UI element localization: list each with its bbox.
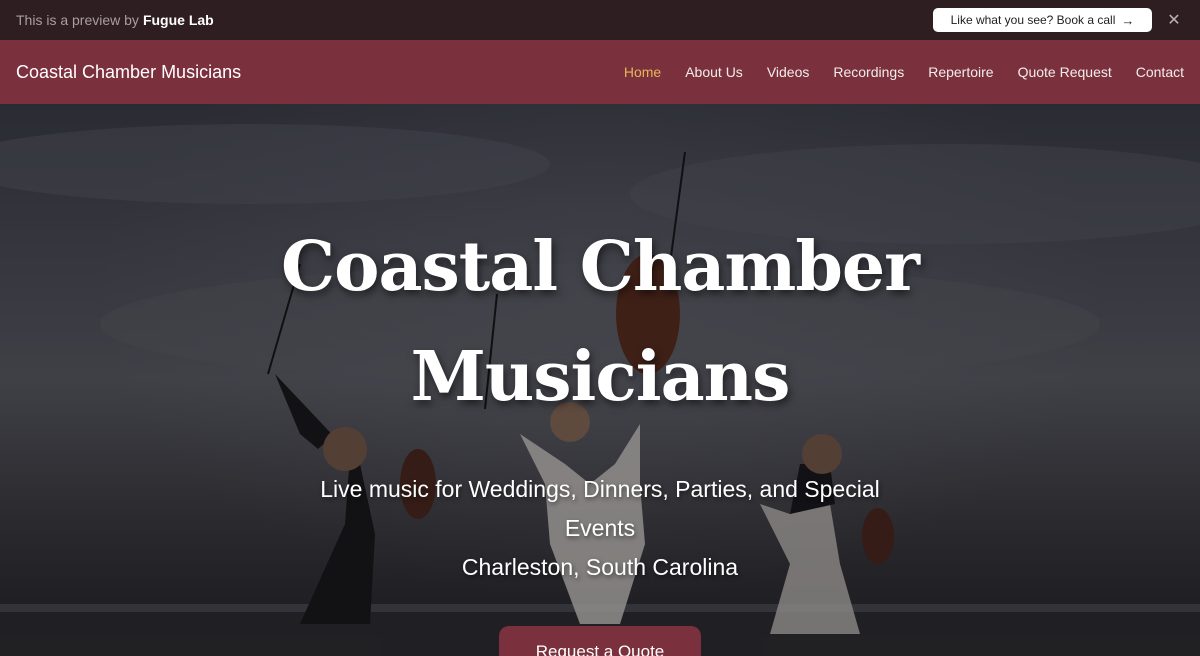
hero-subtitle: Live music for Weddings, Dinners, Partie… xyxy=(290,470,910,587)
nav-link-videos[interactable]: Videos xyxy=(767,64,810,80)
preview-text: This is a preview by xyxy=(16,12,139,28)
hero-title: Coastal Chamber Musicians xyxy=(280,227,920,417)
nav-links: Home About Us Videos Recordings Repertoi… xyxy=(624,40,1184,104)
nav-link-home[interactable]: Home xyxy=(624,64,661,80)
nav-link-contact[interactable]: Contact xyxy=(1136,64,1184,80)
request-quote-button[interactable]: Request a Quote xyxy=(499,626,701,656)
book-call-button[interactable]: Like what you see? Book a call → xyxy=(933,8,1152,32)
nav-link-about-us[interactable]: About Us xyxy=(685,64,743,80)
nav-link-quote-request[interactable]: Quote Request xyxy=(1018,64,1112,80)
nav-link-recordings[interactable]: Recordings xyxy=(833,64,904,80)
hero-subtitle-line-1: Live music for Weddings, Dinners, Partie… xyxy=(320,476,880,541)
hero-section: Coastal Chamber Musicians Live music for… xyxy=(0,104,1200,656)
hero-subtitle-line-2: Charleston, South Carolina xyxy=(461,554,739,580)
preview-banner: This is a preview by Fugue Lab Like what… xyxy=(0,0,1200,40)
arrow-right-icon: → xyxy=(1121,12,1135,28)
site-navbar: Coastal Chamber Musicians Home About Us … xyxy=(0,40,1200,104)
nav-link-repertoire[interactable]: Repertoire xyxy=(928,64,993,80)
book-call-label: Like what you see? Book a call xyxy=(950,13,1116,27)
close-icon[interactable]: ✕ xyxy=(1164,10,1184,30)
site-title[interactable]: Coastal Chamber Musicians xyxy=(16,62,241,83)
preview-brand: Fugue Lab xyxy=(142,12,214,28)
